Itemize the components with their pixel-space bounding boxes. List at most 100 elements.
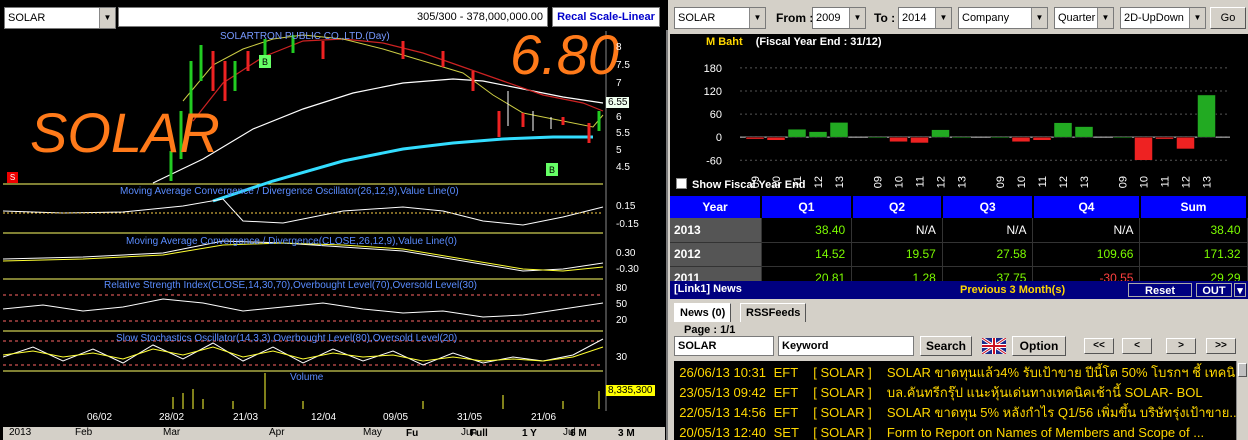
rsi-title: Relative Strength Index(CLOSE,14,30,70),… xyxy=(104,280,477,291)
news-title: [Link1] News xyxy=(674,283,742,295)
chevron-down-icon[interactable]: ▼ xyxy=(1031,8,1047,28)
price-tick: 6 xyxy=(616,112,622,123)
option-button[interactable]: Option xyxy=(1012,336,1066,356)
next-page-button[interactable]: > xyxy=(1166,338,1196,354)
prev-page-button[interactable]: < xyxy=(1122,338,1152,354)
from-year-combo[interactable]: 2009 ▼ xyxy=(812,7,866,29)
to-year-value: 2014 xyxy=(902,12,927,24)
last-page-button[interactable]: >> xyxy=(1206,338,1236,354)
screen: SOLAR ▼ 305/300 - 378,000,000.00 Recal S… xyxy=(0,0,1248,440)
price-tick: 7 xyxy=(616,78,622,89)
fin-x-label: 10 xyxy=(1139,176,1151,188)
date-label: 09/05 xyxy=(383,412,409,423)
stochastic-title: Slow Stochastics Oscillator(14,3,3),Over… xyxy=(116,333,458,344)
chevron-down-icon[interactable]: ▼ xyxy=(1097,8,1113,28)
cell-q3: 27.58 xyxy=(942,242,1034,267)
reset-button[interactable]: Reset xyxy=(1128,283,1192,297)
fin-bar xyxy=(766,136,786,141)
macd-osc-tick: -0.15 xyxy=(616,219,639,230)
range-tab-3m[interactable]: 3 M xyxy=(618,428,635,439)
news-symbol-input[interactable]: SOLAR xyxy=(674,336,774,356)
month-label: Feb xyxy=(75,427,93,438)
date-label: 21/06 xyxy=(531,412,557,423)
cell-sum: 38.40 xyxy=(1139,218,1248,243)
macd-osc-tick: 0.15 xyxy=(616,201,636,212)
range-tab-full[interactable]: Full xyxy=(470,428,488,439)
fin-x-label: 12 xyxy=(813,176,825,188)
fin-bar xyxy=(808,131,828,138)
col-q4: Q4 xyxy=(1032,196,1141,218)
fin-table-header: Year Q1 Q2 Q3 Q4 Sum xyxy=(670,196,1248,218)
financials-toolbar: SOLAR ▼ From : 2009 ▼ To : 2014 ▼ Compan… xyxy=(670,0,1248,34)
list-item[interactable]: 23/05/13 09:42 EFT [ SOLAR ] บล.คันทรีกร… xyxy=(674,383,1202,403)
fin-y-tick: 180 xyxy=(704,63,722,75)
window-menu-icon[interactable]: ▾ xyxy=(1234,283,1246,297)
cell-q2: 19.57 xyxy=(851,242,943,267)
view-combo[interactable]: 2D-UpDown ▼ xyxy=(1120,7,1206,29)
col-q2: Q2 xyxy=(851,196,944,218)
range-tab-6m[interactable]: 6 M xyxy=(570,428,587,439)
go-button[interactable]: Go xyxy=(1210,7,1246,29)
chevron-down-icon[interactable]: ▼ xyxy=(749,8,765,28)
show-fiscal-checkbox[interactable] xyxy=(676,178,687,189)
search-button[interactable]: Search xyxy=(920,336,972,356)
fin-symbol-combo[interactable]: SOLAR ▼ xyxy=(674,7,766,29)
month-label: Apr xyxy=(269,427,285,438)
news-symbol: [ SOLAR ] xyxy=(813,425,872,440)
sell-marker: S xyxy=(7,172,18,183)
language-flag-icon[interactable] xyxy=(982,338,1006,354)
list-item[interactable]: 26/06/13 10:31 EFT [ SOLAR ] SOLAR ขาดทุ… xyxy=(674,363,1236,383)
fin-x-label: 09 xyxy=(1118,176,1130,188)
list-item[interactable]: 22/05/13 14:56 EFT [ SOLAR ] SOLAR ขาดทุ… xyxy=(674,403,1236,423)
period-combo[interactable]: Quarter ▼ xyxy=(1054,7,1114,29)
from-label: From : xyxy=(776,11,814,25)
fin-x-label: 13 xyxy=(834,176,846,188)
scope-combo[interactable]: Company ▼ xyxy=(958,7,1048,29)
range-tab-1y[interactable]: 1 Y xyxy=(522,428,537,439)
keyword-input[interactable]: Keyword xyxy=(778,336,914,356)
tab-news[interactable]: News (0) xyxy=(674,303,732,322)
chevron-down-icon[interactable]: ▼ xyxy=(849,8,865,28)
fin-x-label: 11 xyxy=(1160,176,1172,187)
month-label: May xyxy=(363,427,382,438)
date-label: 06/02 xyxy=(87,412,113,423)
macd-title: Moving Average Convergence / Divergence(… xyxy=(126,236,457,247)
chevron-down-icon[interactable]: ▼ xyxy=(99,8,115,28)
news-scrollbar[interactable] xyxy=(1236,361,1248,440)
fin-bar xyxy=(868,136,887,139)
range-tab-fu[interactable]: Fu xyxy=(406,428,418,439)
macd-osc-title: Moving Average Convergence / Divergence … xyxy=(120,186,459,197)
tab-rssfeeds[interactable]: RSSFeeds xyxy=(740,303,807,322)
list-item[interactable]: 20/05/13 12:40 SET [ SOLAR ] Form to Rep… xyxy=(674,423,1204,440)
first-page-button[interactable]: << xyxy=(1084,338,1114,354)
to-year-combo[interactable]: 2014 ▼ xyxy=(898,7,952,29)
month-label: Mar xyxy=(163,427,181,438)
table-row[interactable]: 2012 14.52 19.57 27.58 109.66 171.32 xyxy=(670,242,1248,267)
view-value: 2D-UpDown xyxy=(1124,12,1184,24)
volume-title: Volume xyxy=(290,372,324,383)
fin-x-label: 12 xyxy=(936,176,948,188)
cell-q2: N/A xyxy=(851,218,943,243)
fin-x-label: 13 xyxy=(1202,176,1214,188)
cell-q3: N/A xyxy=(942,218,1034,243)
rsi-tick: 20 xyxy=(616,315,628,326)
stock-chart[interactable]: B B xyxy=(3,31,665,411)
chart-symbol-combo[interactable]: SOLAR ▼ xyxy=(4,7,116,29)
show-fiscal-label: Show Fiscal Year End xyxy=(692,179,806,191)
out-button[interactable]: OUT xyxy=(1196,283,1232,297)
table-row[interactable]: 2013 38.40 N/A N/A N/A 38.40 xyxy=(670,218,1248,243)
fin-bar xyxy=(829,122,849,138)
fin-chart-header: M Baht (Fiscal Year End : 31/12) xyxy=(706,36,881,48)
chevron-down-icon[interactable]: ▼ xyxy=(935,8,951,28)
show-fiscal-checkbox-row[interactable]: Show Fiscal Year End xyxy=(676,178,806,191)
fin-bar xyxy=(952,136,971,139)
fin-x-label: 10 xyxy=(1016,176,1028,188)
news-date: 20/05/13 12:40 xyxy=(679,425,766,440)
chevron-down-icon[interactable]: ▼ xyxy=(1189,8,1205,28)
news-list: 26/06/13 10:31 EFT [ SOLAR ] SOLAR ขาดทุ… xyxy=(674,361,1236,440)
stochastic-tick: 30 xyxy=(616,352,628,363)
scrollbar-thumb[interactable] xyxy=(1238,363,1247,377)
fin-bar xyxy=(1197,94,1216,138)
chart-title: SOLARTRON PUBLIC CO.,LTD.(Day) xyxy=(220,31,390,42)
fin-x-label: 12 xyxy=(1181,176,1193,188)
